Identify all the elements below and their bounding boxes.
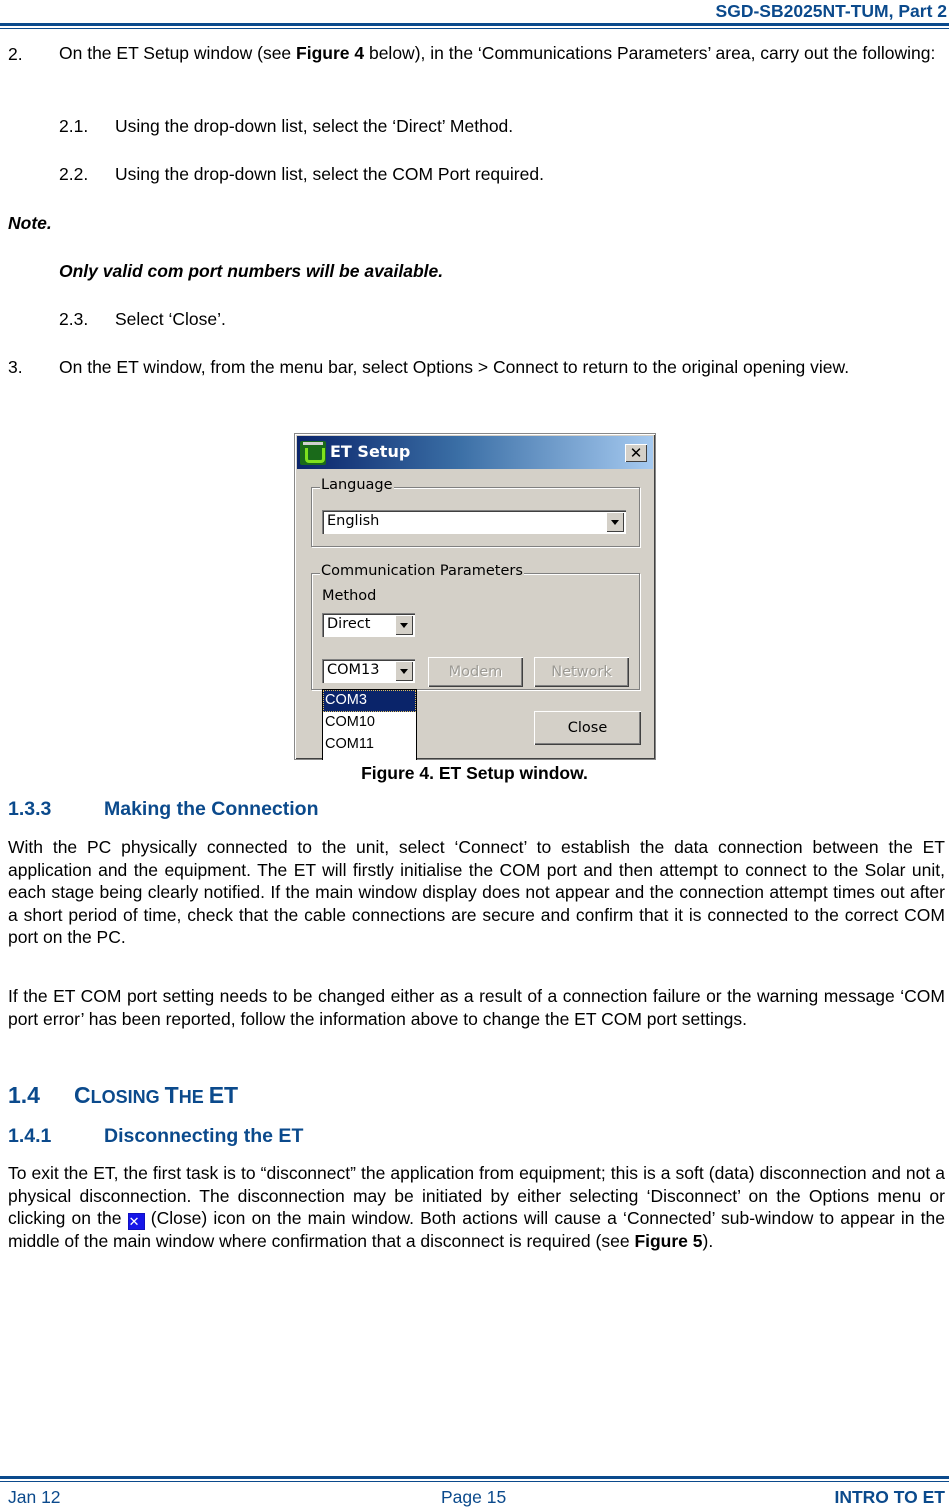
section-paragraph: With the PC physically connected to the …	[8, 837, 945, 947]
heading-part: LOSING	[90, 1087, 165, 1107]
step-2-text: On the ET Setup window (see Figure 4 bel…	[59, 42, 945, 65]
section-number: 1.3.3	[8, 798, 52, 820]
paragraph-text: ).	[702, 1231, 714, 1251]
chevron-down-icon[interactable]	[606, 512, 624, 532]
footer-section: INTRO TO ET	[834, 1487, 945, 1507]
note-label: Note.	[8, 213, 52, 233]
dialog-titlebar[interactable]: ET Setup ✕	[297, 436, 653, 469]
section-number: 1.4	[8, 1082, 40, 1108]
close-button[interactable]: Close	[534, 711, 641, 745]
step-2-3-text: Select ‘Close’.	[115, 309, 226, 329]
app-logo-icon	[300, 441, 326, 465]
network-button[interactable]: Network	[534, 657, 629, 687]
method-select[interactable]: Direct	[322, 613, 415, 637]
figure-reference: Figure 4	[296, 43, 365, 63]
chevron-down-icon[interactable]	[395, 661, 413, 681]
method-label: Method	[322, 588, 377, 604]
step-2-2-text: Using the drop-down list, select the COM…	[115, 164, 544, 184]
footer-rule	[0, 1476, 949, 1479]
chapter-heading: CLOSING THE ET	[74, 1082, 238, 1109]
step-number: 2.1.	[59, 116, 89, 136]
section-paragraph: To exit the ET, the first task is to “di…	[8, 1162, 945, 1253]
section-heading: Making the Connection	[104, 798, 319, 820]
section-heading: Disconnecting the ET	[104, 1125, 304, 1147]
com-port-option[interactable]: COM3	[323, 690, 416, 712]
section-number: 1.4.1	[8, 1125, 52, 1147]
step-3-text: On the ET window, from the menu bar, sel…	[59, 357, 850, 377]
com-port-option[interactable]: COM10	[323, 712, 416, 734]
com-port-select-value: COM13	[327, 662, 380, 678]
com-port-dropdown-list: COM3 COM10 COM11	[322, 689, 417, 760]
language-group-label: Language	[320, 477, 394, 493]
figure-reference: Figure 5	[634, 1231, 703, 1251]
paragraph-text: (Close) icon on the main window. Both ac…	[8, 1208, 946, 1251]
language-group: Language English	[311, 477, 640, 547]
language-select[interactable]: English	[322, 510, 626, 534]
method-select-value: Direct	[327, 616, 371, 632]
step-number: 3.	[8, 357, 23, 377]
com-port-option[interactable]: COM11	[323, 734, 416, 756]
step-2-text-pre: On the ET Setup window (see	[59, 43, 297, 63]
section-paragraph: If the ET COM port setting needs to be c…	[8, 986, 945, 1029]
header-rule	[0, 23, 949, 26]
heading-part: HE	[178, 1087, 209, 1107]
communication-parameters-label: Communication Parameters	[320, 563, 524, 579]
com-port-select[interactable]: COM13	[322, 659, 415, 683]
communication-parameters-group: Communication Parameters Method Direct C…	[311, 563, 640, 690]
footer-date: Jan 12	[8, 1487, 61, 1507]
step-number: 2.	[8, 44, 23, 64]
heading-part: C	[74, 1082, 91, 1108]
footer-rule-thin	[0, 1481, 949, 1482]
dialog-close-icon[interactable]: ✕	[625, 444, 647, 462]
heading-part: T	[164, 1082, 179, 1108]
note-text: Only valid com port numbers will be avai…	[59, 261, 444, 281]
dialog-title: ET Setup	[330, 442, 411, 461]
step-2-1-text: Using the drop-down list, select the ‘Di…	[115, 116, 514, 136]
language-select-value: English	[327, 513, 380, 529]
step-number: 2.2.	[59, 164, 89, 184]
modem-button[interactable]: Modem	[428, 657, 523, 687]
step-number: 2.3.	[59, 309, 89, 329]
figure-caption: Figure 4. ET Setup window.	[361, 763, 588, 783]
heading-part: ET	[208, 1082, 239, 1108]
step-2-text-post: below), in the ‘Communications Parameter…	[364, 43, 936, 63]
header-rule-thin	[0, 28, 949, 29]
document-id: SGD-SB2025NT-TUM, Part 2	[715, 1, 947, 21]
close-icon: ✕	[127, 1213, 145, 1230]
chevron-down-icon[interactable]	[395, 615, 413, 635]
footer-page-number: Page 15	[441, 1487, 507, 1507]
